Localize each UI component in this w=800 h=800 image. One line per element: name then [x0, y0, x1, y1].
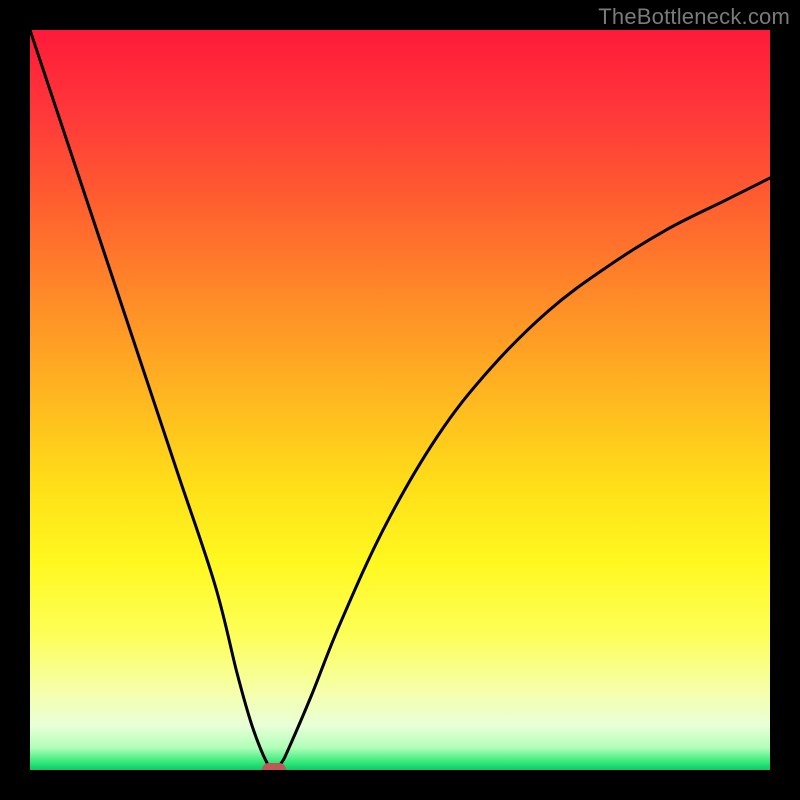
curve-layer: [30, 30, 770, 770]
watermark-text: TheBottleneck.com: [598, 4, 790, 30]
plot-area: [30, 30, 770, 770]
chart-frame: TheBottleneck.com: [0, 0, 800, 800]
optimal-marker: [262, 763, 286, 770]
bottleneck-curve: [30, 30, 770, 770]
